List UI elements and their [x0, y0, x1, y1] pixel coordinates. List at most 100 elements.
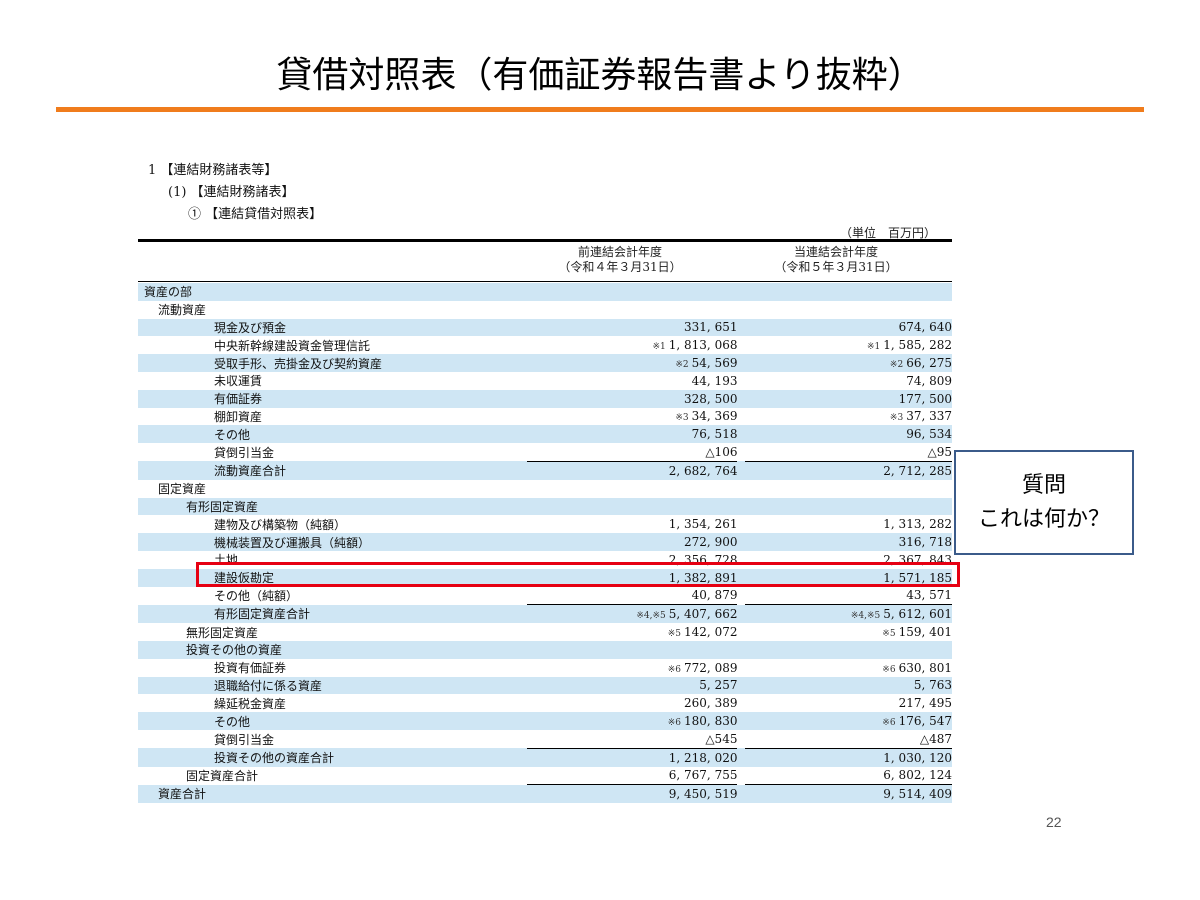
current-year-cell: △95: [745, 443, 953, 461]
current-year-cell-value: 66, 275: [906, 356, 952, 371]
row-label: 固定資産合計: [186, 769, 259, 784]
current-year-cell: ※6 630, 801: [745, 659, 952, 677]
column-gap: [737, 730, 745, 748]
column-gap: [737, 497, 746, 516]
current-year-cell: 177, 500: [745, 389, 952, 408]
current-year-cell-value: 5, 612, 601: [883, 607, 952, 622]
question-callout-text: これは何か？: [977, 507, 1110, 532]
current-year-cell: ※5 159, 401: [745, 623, 952, 641]
heading-balance-sheet: ① 【連結貸借対照表】: [188, 207, 323, 222]
row-label: 機械装置及び運搬具（純額）: [138, 533, 527, 551]
previous-year-cell: [526, 497, 738, 516]
current-year-cell: [745, 497, 952, 516]
footnote-mark: ※6: [667, 718, 682, 729]
column-gap: [737, 301, 745, 319]
column-gap: [737, 425, 746, 444]
column-header-current-year: 当連結会計年度 （令和５年３月31日）: [736, 245, 936, 275]
footnote-mark: ※6: [667, 664, 682, 675]
column-gap: [737, 676, 746, 695]
current-year-cell-value: 6, 802, 124: [883, 768, 952, 783]
current-year-cell-value: 9, 514, 409: [883, 787, 952, 802]
table-row: 流動資産合計 2, 682, 764 2, 712, 285: [138, 460, 952, 480]
column-gap: [737, 318, 746, 337]
current-year-cell-value: 2, 712, 285: [883, 463, 952, 478]
previous-year-cell: 44, 193: [527, 372, 738, 390]
table-row: 投資その他の資産合計 1, 218, 020 1, 030, 120: [138, 747, 952, 767]
column-gap: [737, 748, 746, 767]
current-year-cell: ※3 37, 337: [745, 408, 952, 426]
previous-year-cell: ※1 1, 813, 068: [527, 336, 737, 354]
column-gap: [737, 767, 745, 785]
footnote-mark: ※5: [667, 629, 682, 640]
previous-year-cell-value: 34, 369: [691, 409, 738, 424]
row-label: 無形固定資産: [186, 625, 259, 640]
footnote-mark: ※3: [675, 413, 689, 424]
current-year-cell: 6, 802, 124: [745, 767, 952, 785]
row-label: 有形固定資産: [138, 497, 527, 516]
current-year-cell: ※6 176, 547: [745, 712, 952, 730]
footnote-mark: ※6: [882, 664, 896, 675]
table-row: 中央新幹線建設資金管理信託 ※1 1, 813, 068 ※1 1, 585, 282: [138, 336, 952, 354]
footnote-mark: ※1: [867, 342, 881, 353]
footnote-mark: ※5: [882, 629, 896, 640]
row-label: 現金及び預金: [138, 318, 527, 337]
table-row: 投資有価証券 ※6 772, 089 ※6 630, 801: [138, 659, 952, 677]
column-header-current-year-date: （令和５年３月31日）: [774, 260, 898, 274]
previous-year-cell: 2, 682, 764: [526, 460, 738, 480]
previous-year-cell-value: 5, 407, 662: [668, 607, 738, 622]
current-year-cell-value: 217, 495: [898, 696, 952, 711]
current-year-cell-value: 674, 640: [898, 320, 952, 335]
row-label: その他（純額）: [214, 589, 299, 604]
previous-year-cell-value: 142, 072: [684, 625, 738, 640]
column-gap: [737, 515, 745, 533]
column-gap: [737, 784, 746, 804]
previous-year-cell-value: 272, 900: [684, 535, 738, 550]
column-gap: [737, 533, 746, 551]
table-row: その他 76, 518 96, 534: [138, 425, 952, 444]
current-year-cell: 5, 763: [745, 676, 952, 695]
footnote-mark: ※2: [675, 360, 689, 371]
highlight-construction-in-progress: [196, 562, 960, 587]
column-gap: [737, 712, 746, 730]
previous-year-cell-value: 9, 450, 519: [668, 787, 738, 802]
column-gap: [737, 336, 745, 354]
table-row: その他（純額） 40, 879 43, 571: [138, 587, 952, 605]
current-year-cell-value: △487: [919, 731, 952, 746]
current-year-cell: ※4,※5 5, 612, 601: [745, 604, 952, 624]
row-label: 中央新幹線建設資金管理信託: [214, 338, 371, 353]
row-label: 資産合計: [138, 784, 527, 804]
column-gap: [737, 372, 745, 390]
column-gap: [737, 480, 745, 498]
current-year-cell: [745, 480, 952, 498]
table-row: 固定資産合計 6, 767, 755 6, 802, 124: [138, 767, 952, 785]
previous-year-cell: [527, 480, 738, 498]
table-row: 受取手形、売掛金及び契約資産 ※2 54, 569 ※2 66, 275: [138, 354, 952, 372]
column-gap: [737, 389, 746, 408]
table-row: 流動資産: [138, 301, 952, 319]
column-header-previous-year: 前連結会計年度 （令和４年３月31日）: [520, 245, 720, 275]
page-number: 22: [1046, 814, 1062, 830]
current-year-cell: 316, 718: [745, 533, 952, 551]
column-header-previous-year-title: 前連結会計年度: [577, 245, 662, 259]
column-gap: [737, 354, 746, 372]
column-gap: [737, 604, 746, 624]
current-year-cell: 1, 313, 282: [745, 515, 952, 533]
previous-year-cell-value: 5, 257: [699, 678, 738, 693]
table-row: 現金及び預金 331, 651 674, 640: [138, 318, 952, 337]
table-row: 繰延税金資産 260, 389 217, 495: [138, 694, 952, 712]
current-year-cell-value: 1, 030, 120: [883, 750, 952, 765]
previous-year-cell-value: △545: [705, 731, 738, 746]
current-year-cell-value: 630, 801: [898, 660, 952, 675]
column-gap: [737, 694, 745, 712]
previous-year-cell-value: 54, 569: [691, 356, 738, 371]
row-label: 流動資産: [158, 303, 207, 318]
row-label: 投資その他の資産合計: [138, 748, 527, 767]
table-row: 棚卸資産 ※3 34, 369 ※3 37, 337: [138, 408, 952, 426]
column-gap: [737, 461, 746, 480]
previous-year-cell-value: 331, 651: [684, 320, 738, 335]
footnote-mark: ※2: [889, 360, 904, 371]
previous-year-cell-value: 772, 089: [684, 660, 738, 675]
table-row: 無形固定資産 ※5 142, 072 ※5 159, 401: [138, 623, 952, 641]
previous-year-cell: 272, 900: [526, 533, 738, 551]
table-row: 資産の部: [138, 283, 952, 301]
